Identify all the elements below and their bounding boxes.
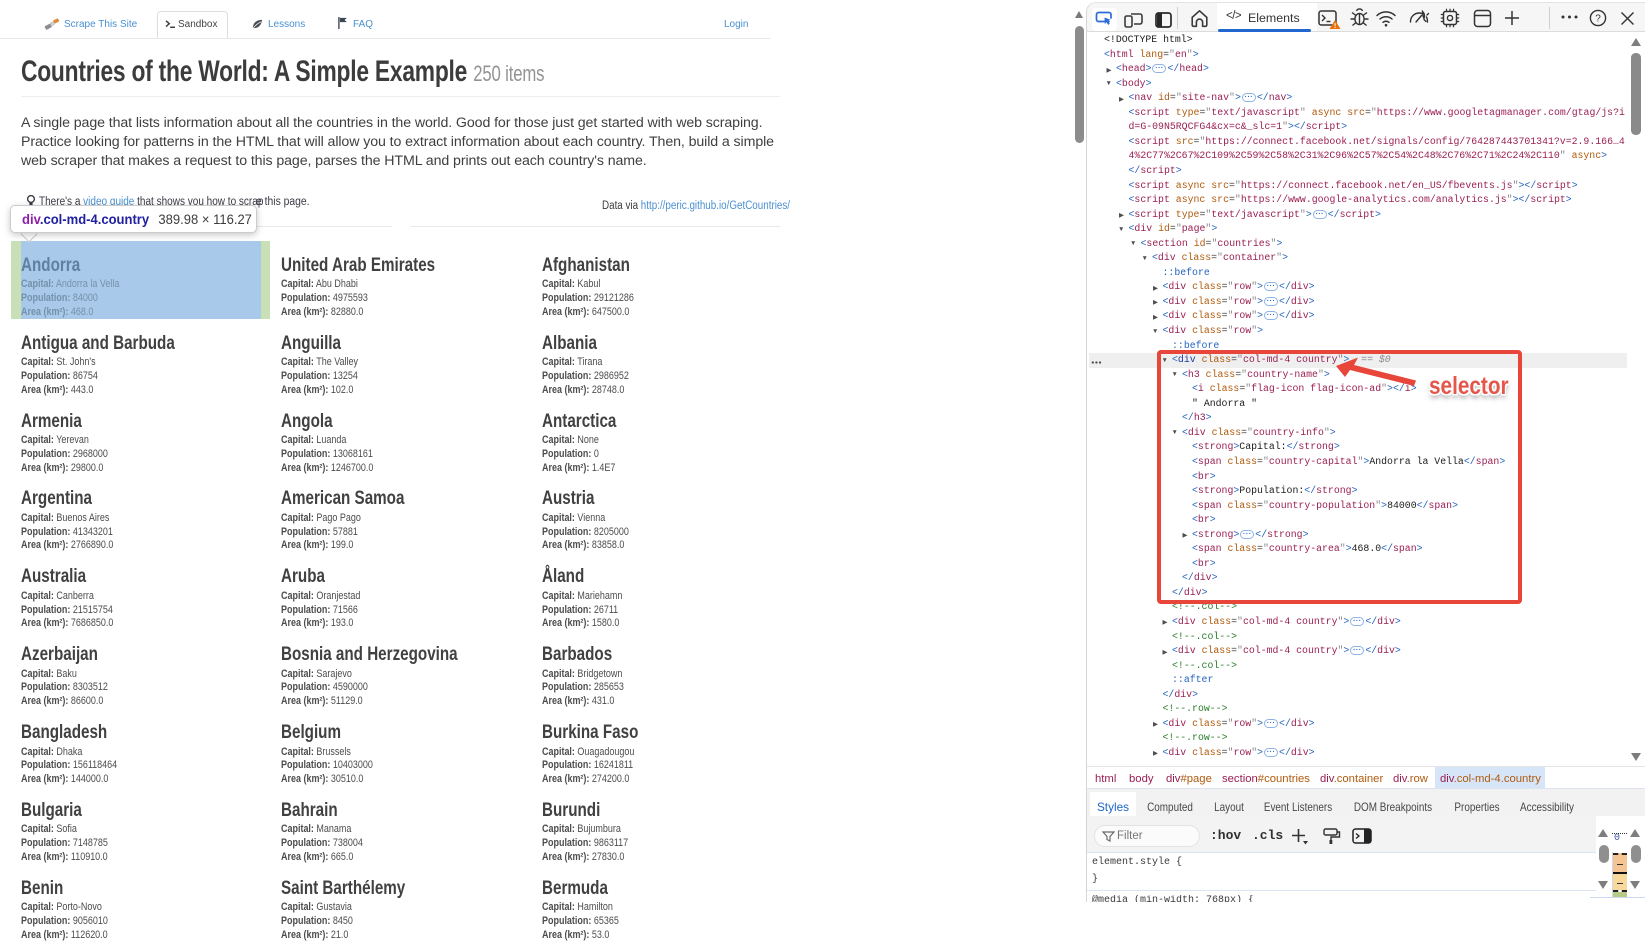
svg-text:?: ? [1595, 14, 1601, 25]
